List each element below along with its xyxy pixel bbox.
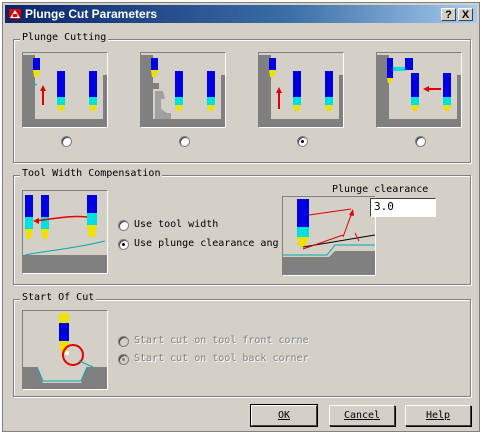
dialog-window: Plunge Cut Parameters ? X Plunge Cutting [2, 2, 480, 432]
help-title-button[interactable]: ? [441, 8, 456, 21]
start-of-cut-group: Start Of Cut Start cut on tool front cor… [13, 292, 471, 397]
title-bar[interactable]: Plunge Cut Parameters ? X [5, 5, 477, 23]
start-front-corner-label[interactable]: Start cut on tool front corne [134, 335, 309, 346]
plunge-style-1-diagram [23, 55, 107, 127]
plunge-clearance-image [282, 196, 376, 276]
ok-button[interactable]: OK [250, 404, 318, 427]
plunge-style-1-image[interactable] [22, 52, 108, 128]
plunge-style-3-diagram [259, 55, 343, 127]
tool-width-compensation-group: Tool Width Compensation Use tool width U… [13, 168, 471, 285]
use-tool-width-label[interactable]: Use tool width [134, 219, 218, 230]
plunge-clearance-diagram [283, 199, 376, 275]
start-of-cut-diagram [23, 313, 107, 389]
start-back-corner-radio[interactable] [118, 354, 129, 365]
start-back-corner-radio-dot [122, 358, 125, 361]
plunge-clearance-input[interactable]: 3.0 [370, 198, 436, 217]
plunge-cutting-group: Plunge Cutting [13, 32, 471, 163]
tool-width-image [22, 190, 108, 274]
tool-width-diagram [23, 195, 107, 273]
use-plunge-clearance-radio[interactable] [118, 239, 129, 250]
start-front-corner-radio[interactable] [118, 336, 129, 347]
plunge-style-3-radio[interactable] [297, 136, 308, 147]
use-plunge-clearance-radio-dot [122, 243, 125, 246]
tool-width-compensation-label: Tool Width Compensation [20, 168, 163, 179]
window-title: Plunge Cut Parameters [25, 7, 158, 21]
plunge-style-1-radio[interactable] [61, 136, 72, 147]
plunge-style-2-diagram [141, 55, 225, 127]
plunge-style-4-radio[interactable] [415, 136, 426, 147]
plunge-style-4-image[interactable] [376, 52, 462, 128]
plunge-cutting-label: Plunge Cutting [20, 32, 109, 43]
start-back-corner-label[interactable]: Start cut on tool back corner [134, 353, 309, 364]
plunge-style-3-radio-dot [301, 140, 304, 143]
start-of-cut-label: Start Of Cut [20, 292, 97, 303]
plunge-style-2-radio[interactable] [179, 136, 190, 147]
plunge-style-4-diagram [377, 55, 461, 127]
help-button[interactable]: Help [405, 405, 471, 426]
use-tool-width-radio[interactable] [118, 220, 129, 231]
use-plunge-clearance-label[interactable]: Use plunge clearance ang [134, 238, 279, 249]
cancel-button[interactable]: Cancel [329, 405, 395, 426]
app-icon [9, 9, 21, 19]
plunge-style-3-image[interactable] [258, 52, 344, 128]
plunge-style-2-image[interactable] [140, 52, 226, 128]
close-title-button[interactable]: X [458, 8, 473, 21]
start-of-cut-image [22, 310, 108, 390]
plunge-clearance-label: Plunge clearance [332, 184, 429, 195]
